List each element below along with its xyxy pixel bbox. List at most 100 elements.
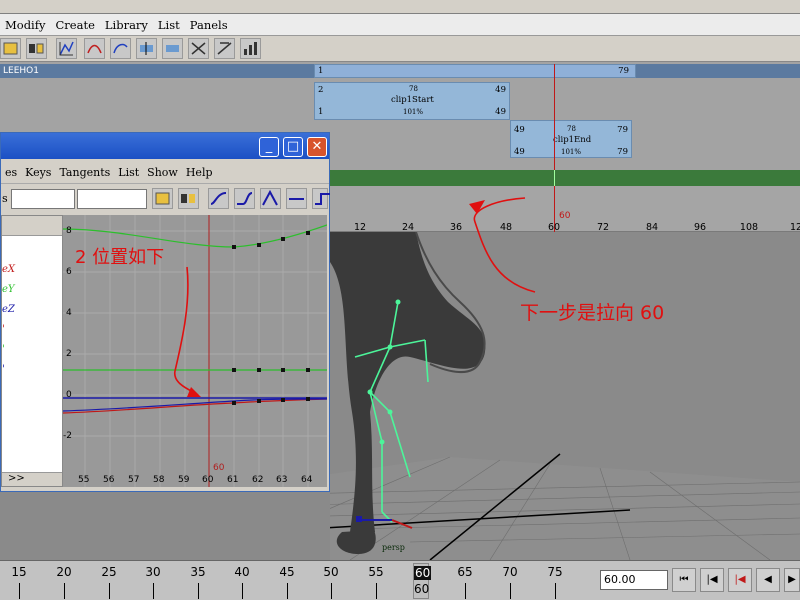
- load-clip-icon[interactable]: [0, 38, 21, 59]
- play-backwards-icon[interactable]: ◀: [756, 568, 780, 592]
- step-back-key-icon[interactable]: |◀: [700, 568, 724, 592]
- trim-icon[interactable]: [214, 38, 235, 59]
- y-axis-label: 4: [66, 308, 72, 318]
- go-to-start-icon[interactable]: ⏮: [672, 568, 696, 592]
- x-axis-label: 55: [78, 475, 90, 485]
- y-axis-label: -2: [63, 431, 72, 441]
- menu-modify[interactable]: Modify: [0, 18, 51, 32]
- clip-end: 79: [617, 147, 628, 157]
- time-label: 30: [145, 565, 161, 579]
- outliner-item-rotate-x[interactable]: ': [2, 324, 5, 335]
- menu-create[interactable]: Create: [51, 18, 100, 32]
- spline-tangent-icon[interactable]: [208, 188, 229, 209]
- merge-clip-icon[interactable]: [162, 38, 183, 59]
- clip-scale: 101%: [561, 148, 582, 156]
- clip-start: 49: [514, 147, 525, 157]
- top-strip: [0, 0, 800, 14]
- clip-name: clip1End: [553, 135, 592, 145]
- clip1start-clip[interactable]: 2 78 49 clip1Start 1 101% 49: [314, 82, 510, 120]
- clamped-tangent-icon[interactable]: [234, 188, 255, 209]
- x-axis-label: 61: [227, 475, 239, 485]
- split-clip-icon[interactable]: [136, 38, 157, 59]
- annotation-note-1: 2 位置如下: [75, 247, 165, 268]
- play-forwards-icon[interactable]: ▶: [784, 568, 800, 592]
- x-axis-label: 56: [103, 475, 115, 485]
- clip1end-clip[interactable]: 49 78 79 clip1End 49 101% 79: [510, 120, 632, 158]
- trax-toolbar: [0, 36, 800, 62]
- frame-all-icon[interactable]: [152, 188, 173, 209]
- time-label: 65: [457, 565, 473, 579]
- outliner-item-rotate-z[interactable]: ': [2, 364, 5, 375]
- y-axis-label: 0: [66, 390, 72, 400]
- graph-current-frame: 60: [213, 463, 225, 473]
- stats-field-1[interactable]: [11, 189, 75, 209]
- clip-source-end: 79: [617, 125, 628, 135]
- y-axis-label: 6: [66, 267, 72, 277]
- y-axis-label: 8: [66, 226, 72, 236]
- x-axis-label: 57: [128, 475, 140, 485]
- graph-editor-graph-view[interactable]: 8 6 4 2 0 -2 55 56 57 58 59 60 61 62 63 …: [62, 215, 328, 487]
- stats-field-2[interactable]: [77, 189, 147, 209]
- menu-show[interactable]: Show: [143, 166, 182, 179]
- dopesheet-icon[interactable]: [240, 38, 261, 59]
- x-axis-label: 59: [178, 475, 190, 485]
- annotation-note-2: 下一步是拉向 60: [520, 302, 665, 324]
- close-icon[interactable]: ✕: [307, 137, 327, 157]
- clip-name: clip1Start: [391, 95, 434, 105]
- current-frame-label: 60: [414, 566, 432, 580]
- menu-keys[interactable]: Keys: [21, 166, 55, 179]
- outliner-item-translate-x[interactable]: eX: [2, 264, 15, 275]
- graph-editor-toolbar: s: [1, 183, 330, 213]
- x-axis-label: 63: [276, 475, 288, 485]
- x-axis-label: 62: [252, 475, 264, 485]
- clip-source-start: 2: [318, 85, 324, 95]
- flat-tangent-icon[interactable]: [286, 188, 307, 209]
- menu-curves[interactable]: es: [1, 166, 21, 179]
- trax-summary-bar: [330, 170, 800, 186]
- menu-list[interactable]: List: [153, 18, 185, 32]
- graph-clip-icon[interactable]: [26, 38, 47, 59]
- time-label: 45: [279, 565, 295, 579]
- menu-help[interactable]: Help: [182, 166, 217, 179]
- outliner-header: [2, 216, 62, 236]
- stats-label: s: [2, 192, 8, 205]
- y-axis-label: 2: [66, 349, 72, 359]
- menu-tangents[interactable]: Tangents: [55, 166, 114, 179]
- menu-list[interactable]: List: [114, 166, 143, 179]
- step-tangent-icon[interactable]: [312, 188, 330, 209]
- minimize-icon[interactable]: _: [259, 137, 279, 157]
- maximize-icon[interactable]: □: [283, 137, 303, 157]
- graph-editor-window[interactable]: _ □ ✕ es Keys Tangents List Show Help s …: [0, 132, 330, 492]
- scissor-icon[interactable]: [188, 38, 209, 59]
- graph-editor-titlebar[interactable]: _ □ ✕: [1, 133, 329, 159]
- blend-icon[interactable]: [84, 38, 105, 59]
- current-frame-sub: 60: [414, 582, 430, 596]
- graph-editor-icon[interactable]: [56, 38, 77, 59]
- x-axis-label: 58: [153, 475, 165, 485]
- clip-start: 1: [318, 107, 324, 117]
- time-label: 70: [502, 565, 518, 579]
- curve-icon[interactable]: [110, 38, 131, 59]
- clip-length: 78: [567, 125, 576, 133]
- current-time-indicator[interactable]: 60 60: [413, 563, 432, 599]
- time-label: 20: [56, 565, 72, 579]
- annotation-arrow-right: [469, 197, 536, 293]
- x-axis-label: 64: [301, 475, 313, 485]
- outliner-item-rotate-y[interactable]: ': [2, 344, 5, 355]
- track-end-label: 79: [618, 66, 629, 76]
- expand-button[interactable]: >>: [2, 472, 62, 486]
- time-label: 25: [101, 565, 117, 579]
- step-back-frame-icon[interactable]: |◀: [728, 568, 752, 592]
- time-label: 75: [547, 565, 563, 579]
- menu-library[interactable]: Library: [100, 18, 153, 32]
- time-label: 15: [11, 565, 27, 579]
- current-frame-field[interactable]: 60.00: [600, 570, 668, 590]
- linear-tangent-icon[interactable]: [260, 188, 281, 209]
- menu-panels[interactable]: Panels: [185, 18, 233, 32]
- clip-end: 49: [495, 107, 506, 117]
- track-start-label: 1: [318, 66, 324, 76]
- graph-editor-outliner[interactable]: eX eY eZ ' ' ' >>: [1, 215, 63, 487]
- frame-selection-icon[interactable]: [178, 188, 199, 209]
- outliner-item-translate-z[interactable]: eZ: [2, 304, 15, 315]
- outliner-item-translate-y[interactable]: eY: [2, 284, 15, 295]
